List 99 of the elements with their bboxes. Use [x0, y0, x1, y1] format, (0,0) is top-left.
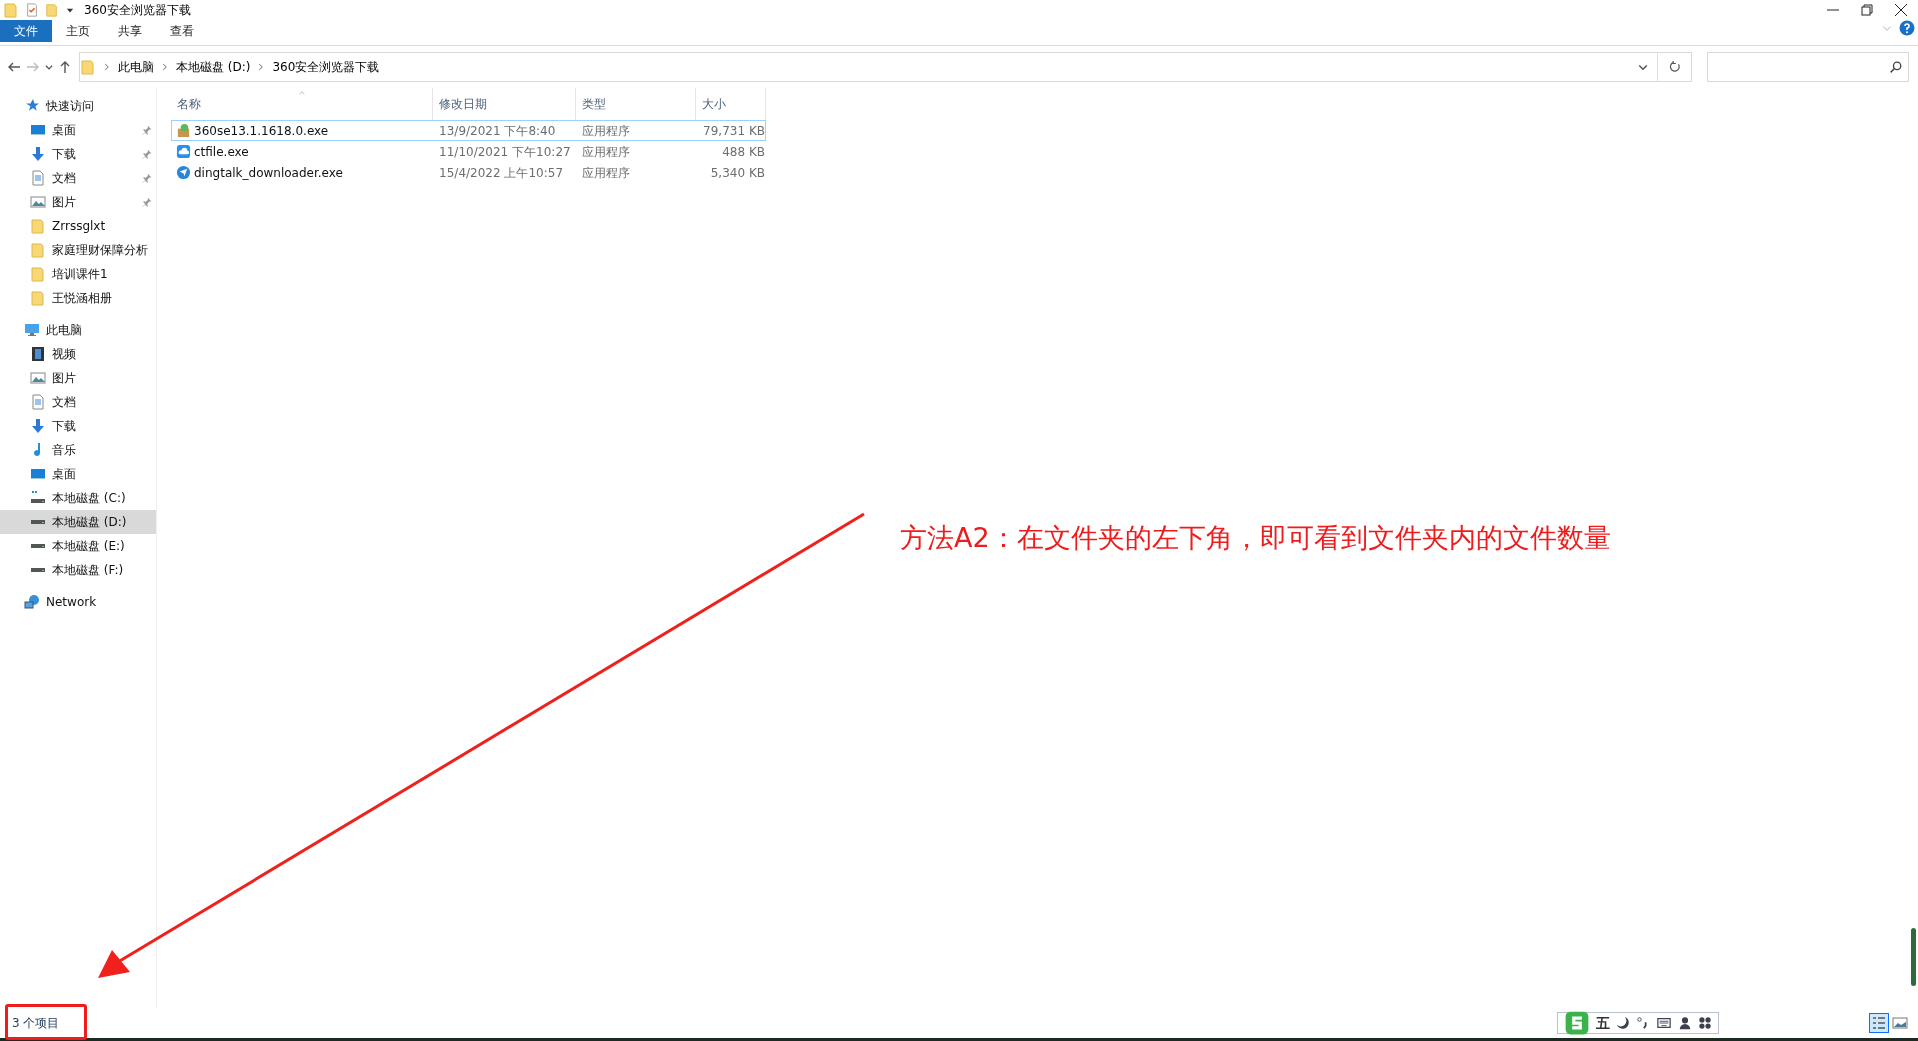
sidebar-item[interactable]: 本地磁盘 (C:): [0, 486, 156, 510]
drive-icon: [30, 543, 46, 549]
network-icon: [24, 594, 40, 610]
breadcrumb-segment[interactable]: 360安全浏览器下载: [272, 58, 380, 76]
sidebar-item[interactable]: 文档: [0, 166, 156, 190]
down-arrow-icon: [30, 418, 46, 434]
package-icon: [176, 123, 191, 138]
sidebar-item[interactable]: 快速访问: [0, 94, 156, 118]
sidebar-item[interactable]: 桌面: [0, 118, 156, 142]
document-icon: [30, 394, 46, 410]
moon-icon[interactable]: [1616, 1016, 1630, 1030]
chevron-down-icon[interactable]: [44, 62, 54, 72]
folder-icon: [30, 266, 46, 282]
column-header[interactable]: 名称: [171, 88, 433, 120]
drive-icon: [30, 490, 46, 506]
column-header[interactable]: 大小: [696, 88, 766, 120]
close-icon[interactable]: [1893, 2, 1909, 18]
breadcrumb-segment[interactable]: 本地磁盘 (D:): [176, 58, 251, 76]
window-title: 360安全浏览器下载: [84, 2, 191, 19]
pin-icon[interactable]: [141, 124, 152, 136]
date-cell-text: 11/10/2021 下午10:27: [438, 143, 572, 161]
sidebar-item[interactable]: 下载: [0, 142, 156, 166]
file-name: ctfile.exe: [194, 143, 249, 161]
sidebar-item[interactable]: 王悦涵相册: [0, 286, 156, 310]
restore-icon[interactable]: [1859, 2, 1875, 18]
input-mode[interactable]: 五: [1596, 1012, 1610, 1034]
pin-icon[interactable]: [141, 196, 152, 208]
sidebar-item[interactable]: 此电脑: [0, 318, 156, 342]
sidebar-item[interactable]: 图片: [0, 366, 156, 390]
scroll-thumb[interactable]: [1911, 928, 1916, 986]
annotation-text: 方法A2：在文件夹的左下角，即可看到文件夹内的文件数量: [900, 521, 1611, 555]
sidebar-item[interactable]: 桌面: [0, 462, 156, 486]
ribbon-tab[interactable]: 主页: [52, 20, 104, 42]
column-header[interactable]: 修改日期: [433, 88, 576, 120]
monitor-icon: [30, 466, 46, 482]
file-name: 360se13.1.1618.0.exe: [194, 122, 329, 140]
down-arrow-icon: [30, 146, 46, 162]
sidebar-item[interactable]: 视频: [0, 342, 156, 366]
cloud-icon: [176, 144, 191, 159]
file-row[interactable]: dingtalk_downloader.exe 15/4/2022 上午10:57 应用程序 5,340 KB: [171, 162, 766, 183]
large-icons-view-icon[interactable]: [1892, 1015, 1908, 1031]
picture-icon: [30, 370, 46, 386]
size-cell-text: 5,340 KB: [709, 164, 765, 182]
sidebar-item[interactable]: 音乐: [0, 438, 156, 462]
refresh-icon: [1667, 60, 1682, 74]
help-icon[interactable]: [1899, 20, 1915, 36]
folder-icon: [80, 59, 96, 75]
sidebar-item[interactable]: 图片: [0, 190, 156, 214]
sidebar-item[interactable]: 下载: [0, 414, 156, 438]
type-cell-text: 应用程序: [580, 164, 631, 182]
folder-icon: [30, 242, 46, 258]
chevron-right-icon: [160, 62, 170, 72]
folder-icon: [3, 2, 19, 18]
paper-plane-icon: [176, 165, 191, 180]
sidebar-item[interactable]: 家庭理财保障分析: [0, 238, 156, 262]
drive-icon: [30, 567, 46, 573]
pin-icon[interactable]: [141, 148, 152, 160]
column-header[interactable]: 类型: [576, 88, 696, 120]
s-logo-icon[interactable]: [1564, 1010, 1590, 1036]
search-field[interactable]: [1707, 52, 1909, 82]
file-name: dingtalk_downloader.exe: [194, 164, 343, 182]
drive-icon: [30, 519, 46, 525]
sidebar-item[interactable]: 本地磁盘 (E:): [0, 534, 156, 558]
picture-icon: [30, 194, 46, 210]
keyboard-icon[interactable]: [1656, 1016, 1672, 1030]
size-cell-text: 488 KB: [721, 143, 765, 161]
file-row[interactable]: 360se13.1.1618.0.exe 13/9/2021 下午8:40 应用程序 79,731 KB: [171, 120, 766, 141]
sidebar-item[interactable]: 培训课件1: [0, 262, 156, 286]
grid-icon[interactable]: [1698, 1016, 1712, 1030]
sidebar-item[interactable]: Zrrssglxt: [0, 214, 156, 238]
sidebar-item[interactable]: 文档: [0, 390, 156, 414]
type-cell-text: 应用程序: [580, 122, 631, 140]
size-cell-text: 79,731 KB: [702, 122, 765, 140]
breadcrumb-segment[interactable]: 此电脑: [118, 58, 154, 76]
sidebar-item[interactable]: 本地磁盘 (F:): [0, 558, 156, 582]
checklist-icon[interactable]: [25, 2, 39, 18]
item-count: 3 个项目: [12, 1015, 60, 1032]
ribbon-tab[interactable]: 查看: [156, 20, 208, 42]
monitor-icon: [30, 122, 46, 138]
type-cell-text: 应用程序: [580, 143, 631, 161]
address-bar[interactable]: 此电脑 本地磁盘 (D:) 360安全浏览器下载: [79, 52, 1692, 82]
punctuation-icon[interactable]: [1636, 1016, 1650, 1030]
film-icon: [30, 346, 46, 362]
person-icon[interactable]: [1678, 1016, 1692, 1030]
details-view-button[interactable]: [1869, 1013, 1889, 1033]
pin-icon[interactable]: [141, 172, 152, 184]
document-icon: [30, 170, 46, 186]
date-cell-text: 13/9/2021 下午8:40: [438, 122, 557, 140]
date-cell-text: 15/4/2022 上午10:57: [438, 164, 565, 182]
ribbon-tab[interactable]: 文件: [0, 20, 52, 42]
chevron-right-icon: [102, 62, 112, 72]
search-icon: [1889, 60, 1902, 74]
sidebar-item[interactable]: 本地磁盘 (D:): [0, 510, 156, 534]
ribbon-tab[interactable]: 共享: [104, 20, 156, 42]
file-row[interactable]: ctfile.exe 11/10/2021 下午10:27 应用程序 488 KB: [171, 141, 766, 162]
folder-icon: [30, 218, 46, 234]
sidebar-item[interactable]: Network: [0, 590, 156, 614]
computer-icon: [24, 322, 40, 338]
folder-icon: [30, 290, 46, 306]
